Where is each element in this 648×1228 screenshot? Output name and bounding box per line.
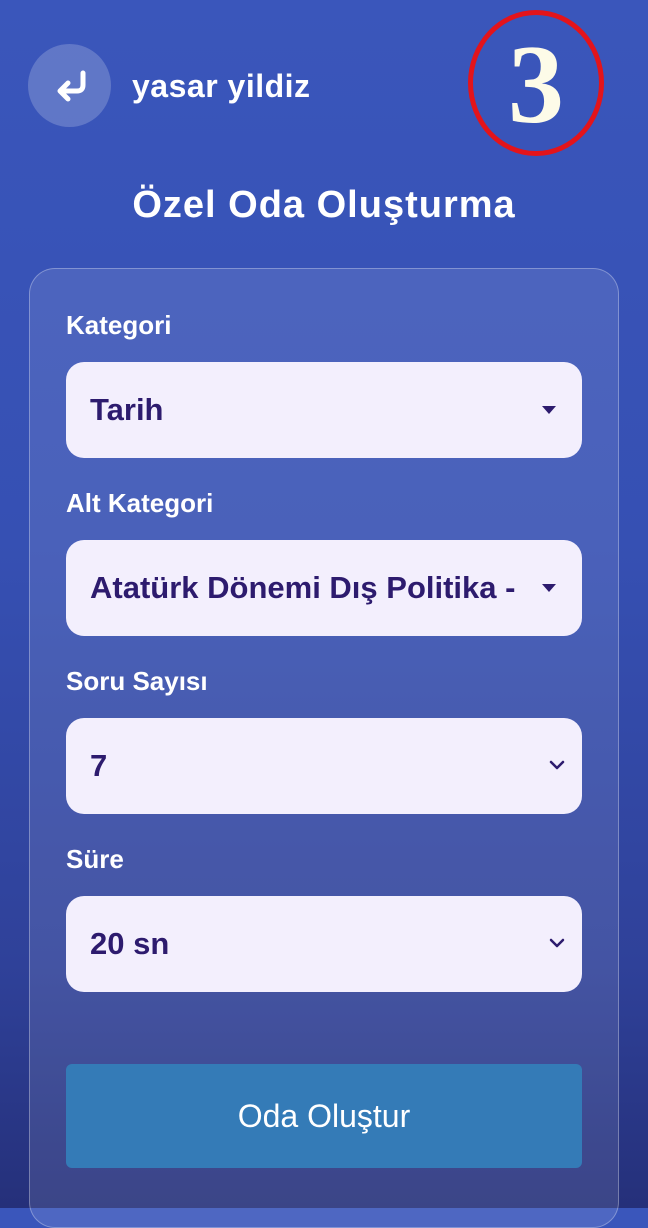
create-room-button[interactable]: Oda Oluştur — [66, 1064, 582, 1168]
return-arrow-icon — [57, 70, 85, 101]
caret-down-icon — [542, 406, 556, 414]
question-count-select[interactable]: 7 — [66, 718, 582, 814]
back-button[interactable] — [28, 44, 111, 127]
question-count-value: 7 — [90, 748, 108, 783]
caret-down-icon — [542, 584, 556, 592]
category-select[interactable]: Tarih — [66, 362, 582, 458]
username: yasar yildiz — [132, 68, 311, 104]
counter-badge: 3 — [468, 10, 604, 156]
page-title: Özel Oda Oluşturma — [132, 184, 516, 226]
subcategory-value: Atatürk Dönemi Dış Politika - — [90, 570, 516, 605]
duration-value: 20 sn — [90, 926, 170, 961]
chevron-down-icon — [549, 760, 565, 770]
duration-label: Süre — [66, 844, 124, 874]
subcategory-label: Alt Kategori — [66, 488, 214, 518]
subcategory-select[interactable]: Atatürk Dönemi Dış Politika - — [66, 540, 582, 636]
counter-value: 3 — [508, 23, 564, 147]
question-count-label: Soru Sayısı — [66, 666, 208, 696]
category-label: Kategori — [66, 310, 172, 340]
category-value: Tarih — [90, 392, 164, 427]
chevron-down-icon — [549, 938, 565, 948]
duration-select[interactable]: 20 sn — [66, 896, 582, 992]
